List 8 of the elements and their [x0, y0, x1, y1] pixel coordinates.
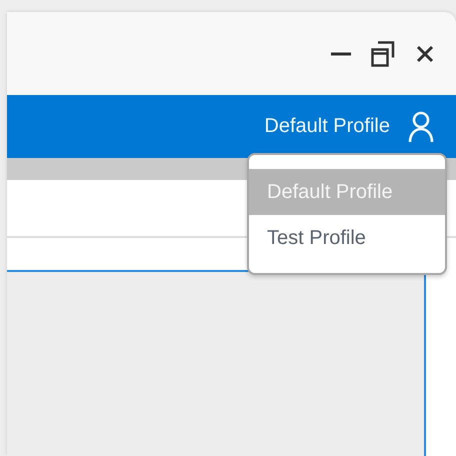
restore-icon	[371, 40, 395, 66]
restore-button[interactable]	[370, 40, 396, 66]
user-icon	[408, 110, 434, 142]
profile-menu-item[interactable]: Test Profile	[249, 215, 445, 261]
profile-name: Default Profile	[264, 115, 390, 138]
profile-button[interactable]	[406, 110, 436, 144]
minimize-icon	[331, 52, 351, 56]
close-icon	[416, 44, 434, 62]
